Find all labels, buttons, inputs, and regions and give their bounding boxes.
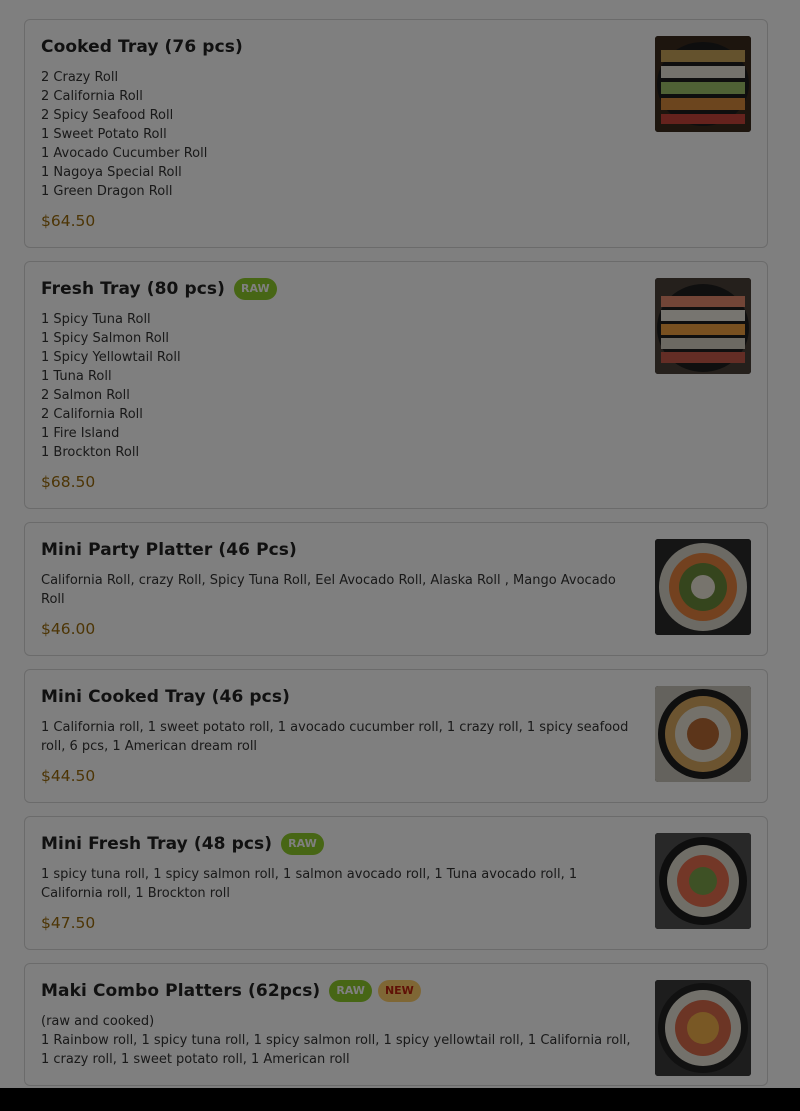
product-price: $64.50	[41, 212, 96, 230]
raw-badge: RAW	[329, 980, 372, 1002]
product-title: Mini Party Platter (46 Pcs)	[41, 540, 297, 560]
product-title-row: Maki Combo Platters (62pcs) RAW NEW	[41, 979, 641, 1003]
description-line: 1 Rainbow roll, 1 spicy tuna roll, 1 spi…	[41, 1033, 631, 1067]
description-line: 1 Avocado Cucumber Roll	[41, 146, 208, 161]
product-list: Cooked Tray (76 pcs) 2 Crazy Roll 2 Cali…	[24, 19, 768, 1099]
product-title-row: Mini Party Platter (46 Pcs)	[41, 538, 641, 562]
description-line: 2 Crazy Roll	[41, 70, 119, 85]
product-image[interactable]	[655, 833, 751, 929]
product-description: 1 spicy tuna roll, 1 spicy salmon roll, …	[41, 865, 641, 903]
product-card[interactable]: Mini Party Platter (46 Pcs) California R…	[24, 522, 768, 656]
product-price: $44.50	[41, 767, 96, 785]
product-card[interactable]: Mini Cooked Tray (46 pcs) 1 California r…	[24, 669, 768, 803]
product-title: Mini Fresh Tray (48 pcs)	[41, 834, 273, 854]
product-image[interactable]	[655, 980, 751, 1076]
product-description: 1 California roll, 1 sweet potato roll, …	[41, 718, 641, 756]
description-line: 1 Tuna Roll	[41, 369, 112, 384]
product-title-row: Mini Fresh Tray (48 pcs) RAW	[41, 832, 641, 856]
product-price: $47.50	[41, 914, 96, 932]
description-line: 1 spicy tuna roll, 1 spicy salmon roll, …	[41, 867, 578, 901]
description-line: 1 Spicy Yellowtail Roll	[41, 350, 181, 365]
description-line: 2 California Roll	[41, 407, 143, 422]
description-line: California Roll, crazy Roll, Spicy Tuna …	[41, 573, 616, 607]
product-description: (raw and cooked) 1 Rainbow roll, 1 spicy…	[41, 1012, 641, 1069]
product-title-row: Fresh Tray (80 pcs) RAW	[41, 277, 641, 301]
product-description: 1 Spicy Tuna Roll 1 Spicy Salmon Roll 1 …	[41, 310, 641, 462]
product-card[interactable]: Cooked Tray (76 pcs) 2 Crazy Roll 2 Cali…	[24, 19, 768, 248]
product-description: 2 Crazy Roll 2 California Roll 2 Spicy S…	[41, 68, 641, 201]
description-line: 1 Sweet Potato Roll	[41, 127, 167, 142]
description-line: 1 Green Dragon Roll	[41, 184, 173, 199]
product-card[interactable]: Mini Fresh Tray (48 pcs) RAW 1 spicy tun…	[24, 816, 768, 950]
description-line: 2 Salmon Roll	[41, 388, 130, 403]
product-image[interactable]	[655, 278, 751, 374]
description-line: 2 California Roll	[41, 89, 143, 104]
new-badge: NEW	[377, 980, 421, 1002]
product-title-row: Mini Cooked Tray (46 pcs)	[41, 685, 641, 709]
product-price: $68.50	[41, 473, 96, 491]
product-image[interactable]	[655, 686, 751, 782]
product-card[interactable]: Fresh Tray (80 pcs) RAW 1 Spicy Tuna Rol…	[24, 261, 768, 509]
description-line: 2 Spicy Seafood Roll	[41, 108, 174, 123]
product-title: Fresh Tray (80 pcs)	[41, 279, 226, 299]
bottom-bar	[0, 1088, 800, 1111]
description-line: 1 Nagoya Special Roll	[41, 165, 182, 180]
description-line: 1 Fire Island	[41, 426, 120, 441]
product-image[interactable]	[655, 36, 751, 132]
product-card[interactable]: Maki Combo Platters (62pcs) RAW NEW (raw…	[24, 963, 768, 1086]
raw-badge: RAW	[281, 833, 324, 855]
raw-badge: RAW	[234, 278, 277, 300]
description-line: 1 California roll, 1 sweet potato roll, …	[41, 720, 629, 754]
product-title: Cooked Tray (76 pcs)	[41, 37, 243, 57]
description-line: 1 Spicy Tuna Roll	[41, 312, 151, 327]
product-image[interactable]	[655, 539, 751, 635]
description-line: 1 Spicy Salmon Roll	[41, 331, 169, 346]
product-title: Maki Combo Platters (62pcs)	[41, 981, 321, 1001]
product-title: Mini Cooked Tray (46 pcs)	[41, 687, 290, 707]
product-title-row: Cooked Tray (76 pcs)	[41, 35, 641, 59]
description-line: 1 Brockton Roll	[41, 445, 140, 460]
product-description: California Roll, crazy Roll, Spicy Tuna …	[41, 571, 641, 609]
product-price: $46.00	[41, 620, 96, 638]
description-line: (raw and cooked)	[41, 1014, 155, 1029]
